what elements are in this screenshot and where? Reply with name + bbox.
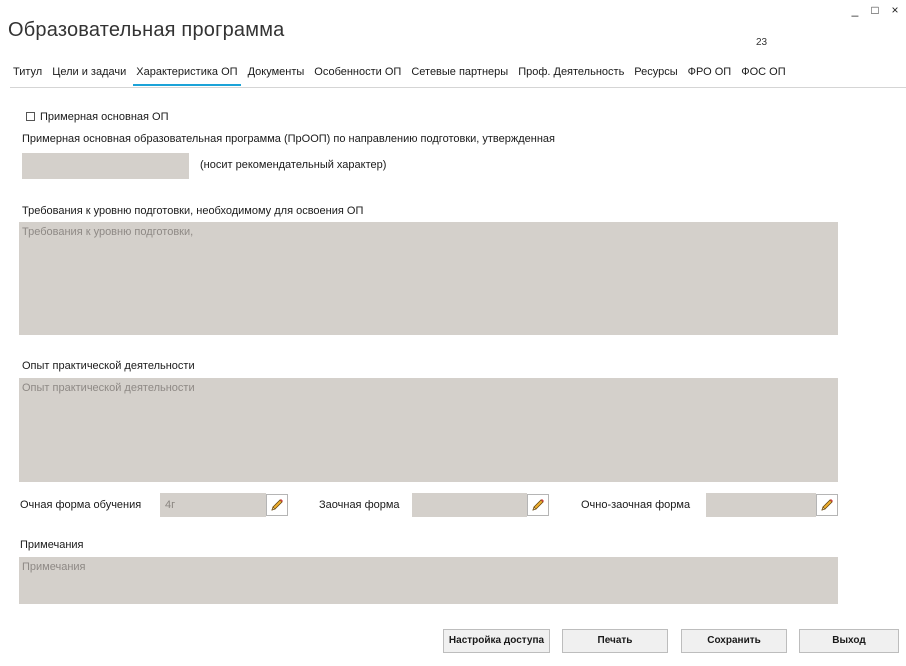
pencil-icon [821, 499, 833, 511]
tab-prof-activity[interactable]: Проф. Деятельность [515, 64, 627, 86]
approx-checkbox[interactable] [26, 112, 35, 121]
print-button[interactable]: Печать [562, 629, 668, 653]
tab-features[interactable]: Особенности ОП [311, 64, 404, 86]
tab-characteristics[interactable]: Характеристика ОП [133, 64, 241, 86]
tab-fos[interactable]: ФОС ОП [738, 64, 788, 86]
fulltime-label: Очная форма обучения [20, 499, 142, 511]
maximize-icon[interactable]: □ [870, 3, 880, 17]
requirements-label: Требования к уровню подготовки, необходи… [22, 205, 364, 217]
pencil-icon [271, 499, 283, 511]
experience-textarea[interactable] [19, 378, 838, 482]
tab-resources[interactable]: Ресурсы [631, 64, 680, 86]
tabs-divider [10, 87, 906, 88]
fulltime-input[interactable] [160, 493, 266, 517]
mixed-edit-button[interactable] [816, 494, 838, 516]
parttime-edit-button[interactable] [527, 494, 549, 516]
tab-fro[interactable]: ФРО ОП [685, 64, 735, 86]
notes-textarea[interactable] [19, 557, 838, 604]
tab-network-partners[interactable]: Сетевые партнеры [408, 64, 511, 86]
parttime-label: Заочная форма [319, 499, 400, 511]
exit-button[interactable]: Выход [799, 629, 899, 653]
mixed-label: Очно-заочная форма [581, 499, 691, 511]
approx-checkbox-row[interactable]: Примерная основная ОП [26, 111, 169, 123]
tab-goals[interactable]: Цели и задачи [49, 64, 129, 86]
parttime-input[interactable] [412, 493, 527, 517]
tab-documents[interactable]: Документы [245, 64, 308, 86]
tab-bar: Титул Цели и задачи Характеристика ОП До… [10, 64, 906, 86]
approx-checkbox-label: Примерная основная ОП [40, 111, 169, 123]
save-button[interactable]: Сохранить [681, 629, 787, 653]
mixed-input[interactable] [706, 493, 816, 517]
experience-label: Опыт практической деятельности [22, 360, 195, 372]
proop-note: (носит рекомендательный характер) [200, 159, 387, 171]
requirements-textarea[interactable] [19, 222, 838, 335]
window-controls: _ □ × [850, 3, 900, 17]
fulltime-edit-button[interactable] [266, 494, 288, 516]
notes-label: Примечания [20, 539, 84, 551]
pencil-icon [532, 499, 544, 511]
tab-title[interactable]: Титул [10, 64, 45, 86]
window-title: Образовательная программа [8, 19, 285, 41]
page-number: 23 [756, 37, 768, 48]
proop-input[interactable] [22, 153, 189, 179]
minimize-icon[interactable]: _ [850, 3, 860, 17]
access-settings-button[interactable]: Настройка доступа [443, 629, 550, 653]
close-icon[interactable]: × [890, 3, 900, 17]
proop-label: Примерная основная образовательная прогр… [22, 133, 556, 145]
